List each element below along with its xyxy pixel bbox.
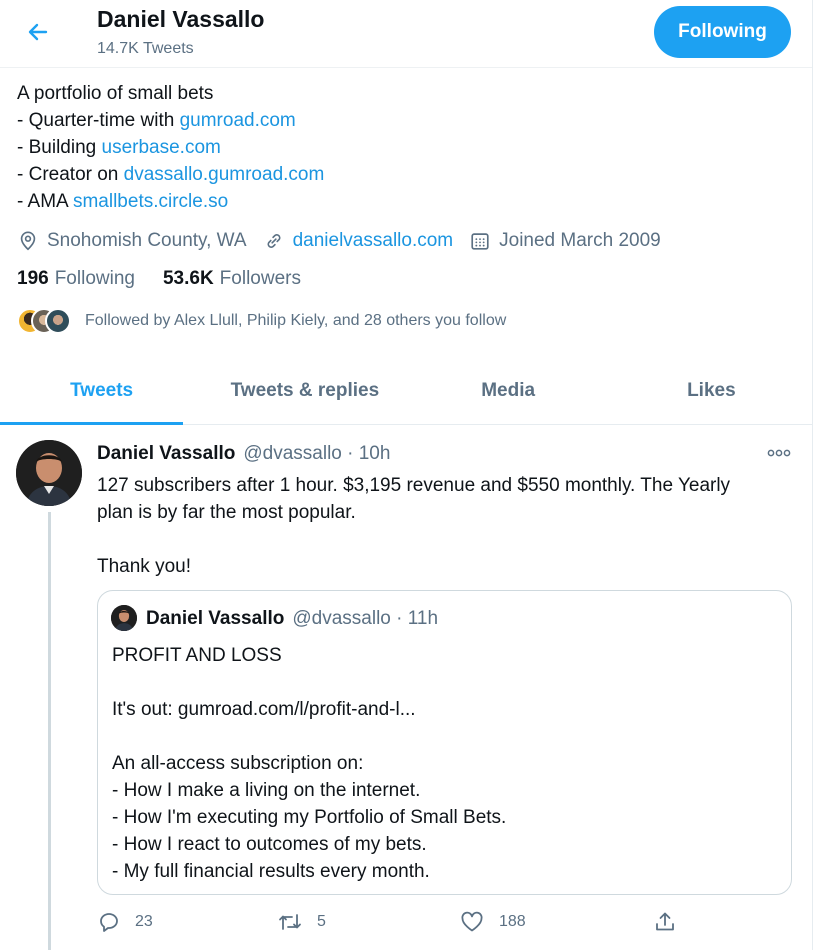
- followed-by[interactable]: Followed by Alex Llull, Philip Kiely, an…: [17, 307, 506, 335]
- link-icon: [267, 234, 281, 248]
- followers-stat[interactable]: 53.6K Followers: [163, 268, 301, 290]
- followers-label: Followers: [219, 268, 301, 289]
- avatar: [45, 308, 71, 334]
- like-count: 188: [499, 913, 526, 930]
- quoted-author-name: Daniel Vassallo: [146, 608, 285, 629]
- website: danielvassallo.com: [263, 230, 454, 252]
- followed-by-text: Followed by Alex Llull, Philip Kiely, an…: [85, 312, 507, 329]
- tweet-text: 127 subscribers after 1 hour. $3,195 rev…: [97, 475, 731, 577]
- bio-text: - Creator on: [17, 164, 124, 185]
- bio-link-userbase[interactable]: userbase.com: [102, 137, 221, 158]
- following-button[interactable]: Following: [654, 6, 791, 58]
- bio-line: A portfolio of small bets: [17, 83, 214, 104]
- thread-line: [48, 512, 51, 950]
- like-button[interactable]: 188: [459, 906, 526, 938]
- location: Snohomish County, WA: [17, 230, 247, 252]
- bio-line: - Quarter-time with gumroad.com: [17, 107, 324, 134]
- tab-label: Tweets & replies: [230, 380, 380, 401]
- tweet-author-name[interactable]: Daniel Vassallo: [97, 443, 235, 465]
- quoted-tweet-avatar: [111, 605, 137, 631]
- header-name: Daniel Vassallo: [97, 6, 265, 32]
- tweet-actions: 23 5 188: [97, 906, 697, 938]
- active-tab-indicator: [0, 422, 183, 425]
- tab-label: Likes: [687, 380, 736, 401]
- following-label: Following: [54, 268, 135, 289]
- tab-likes[interactable]: Likes: [610, 358, 812, 424]
- followed-by-avatars: [17, 308, 71, 334]
- bio-text: - Quarter-time with: [17, 110, 180, 131]
- location-text: Snohomish County, WA: [47, 230, 247, 251]
- avatar-photo-icon: [111, 605, 137, 631]
- bio-link-gumroad[interactable]: gumroad.com: [180, 110, 296, 131]
- tweet-avatar[interactable]: [16, 440, 82, 506]
- tab-label: Media: [481, 380, 536, 401]
- tab-tweets[interactable]: Tweets: [0, 358, 203, 424]
- tab-label: Tweets: [70, 380, 134, 401]
- back-button[interactable]: [18, 14, 58, 50]
- share-button[interactable]: [653, 906, 691, 938]
- quoted-tweet-text: PROFIT AND LOSS It's out: gumroad.com/l/…: [112, 645, 507, 882]
- followers-count: 53.6K: [162, 268, 214, 289]
- follow-stats: 196 Following 53.6K Followers: [17, 268, 329, 290]
- avatar-photo-icon: [16, 440, 82, 506]
- retweet-icon: [279, 914, 301, 930]
- quoted-tweet-header: Daniel Vassallo @dvassallo · 11h: [146, 608, 438, 630]
- calendar-icon: [471, 233, 489, 250]
- join-date-text: Joined March 2009: [499, 230, 661, 251]
- reply-icon: [100, 913, 118, 932]
- arrow-left-icon: [28, 23, 48, 41]
- profile-tabs: Tweets Tweets & replies Media Likes: [0, 358, 812, 425]
- tweet-handle-time[interactable]: @dvassallo · 10h: [243, 443, 390, 465]
- more-options-button[interactable]: [764, 444, 794, 462]
- bio-line: - Building userbase.com: [17, 134, 324, 161]
- location-pin-icon: [20, 231, 36, 251]
- bio-text: - AMA: [17, 191, 73, 212]
- following-stat[interactable]: 196 Following: [17, 268, 135, 290]
- profile-bio: A portfolio of small bets - Quarter-time…: [17, 80, 324, 215]
- bio-line: - AMA smallbets.circle.so: [17, 188, 324, 215]
- heart-icon: [461, 911, 483, 932]
- profile-page: Daniel Vassallo 14.7K Tweets Following A…: [0, 0, 813, 950]
- tab-media[interactable]: Media: [407, 358, 610, 424]
- following-count: 196: [17, 268, 49, 289]
- quoted-tweet[interactable]: Daniel Vassallo @dvassallo · 11h PROFIT …: [97, 590, 792, 895]
- bio-link-dvassallo-gumroad[interactable]: dvassallo.gumroad.com: [124, 164, 325, 185]
- bio-text: - Building: [17, 137, 102, 158]
- profile-meta: Snohomish County, WA danielvassallo.com …: [17, 226, 677, 256]
- website-link[interactable]: danielvassallo.com: [293, 230, 454, 252]
- share-icon: [656, 912, 674, 931]
- tweet-header: Daniel Vassallo @dvassallo · 10h: [97, 443, 390, 465]
- join-date: Joined March 2009: [469, 230, 661, 252]
- quoted-handle-time: @dvassallo · 11h: [292, 608, 439, 629]
- page-gutter: [813, 0, 826, 950]
- profile-header: Daniel Vassallo 14.7K Tweets Following: [0, 0, 812, 68]
- tab-tweets-and-replies[interactable]: Tweets & replies: [203, 358, 406, 424]
- retweet-button[interactable]: 5: [277, 906, 326, 938]
- reply-count: 23: [135, 913, 153, 930]
- more-dots-icon: [767, 449, 791, 457]
- header-tweet-count: 14.7K Tweets: [97, 40, 194, 57]
- bio-line: - Creator on dvassallo.gumroad.com: [17, 161, 324, 188]
- bio-link-smallbets[interactable]: smallbets.circle.so: [73, 191, 228, 212]
- retweet-count: 5: [317, 913, 326, 930]
- reply-button[interactable]: 23: [97, 906, 153, 938]
